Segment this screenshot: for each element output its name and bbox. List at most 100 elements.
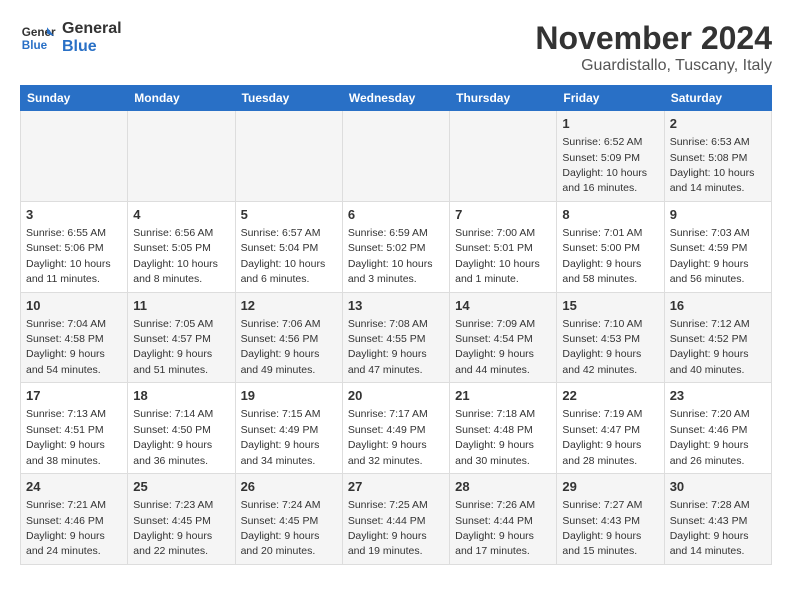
calendar-day-cell: 7 Sunrise: 7:00 AM Sunset: 5:01 PM Daylig… — [450, 201, 557, 292]
calendar-day-cell: 4 Sunrise: 6:56 AM Sunset: 5:05 PM Daylig… — [128, 201, 235, 292]
calendar-day-cell: 6 Sunrise: 6:59 AM Sunset: 5:02 PM Daylig… — [342, 201, 449, 292]
calendar-day-cell: 13Sunrise: 7:08 AM Sunset: 4:55 PM Dayli… — [342, 292, 449, 383]
calendar-day-cell: 17 Sunrise: 7:13 AM Sunset: 4:51 PM Dayli… — [21, 383, 128, 474]
logo-icon: General Blue — [20, 20, 56, 56]
calendar-day-cell: 16Sunrise: 7:12 AM Sunset: 4:52 PM Dayli… — [664, 292, 771, 383]
weekday-header-cell: Thursday — [450, 86, 557, 111]
calendar-day-cell: 27Sunrise: 7:25 AM Sunset: 4:44 PM Dayli… — [342, 474, 449, 565]
day-number: 24 — [26, 478, 122, 496]
day-number: 18 — [133, 387, 229, 405]
calendar-day-cell: 14 Sunrise: 7:09 AM Sunset: 4:54 PM Dayli… — [450, 292, 557, 383]
day-number: 25 — [133, 478, 229, 496]
day-info: Sunrise: 6:56 AM Sunset: 5:05 PM Dayligh… — [133, 227, 218, 285]
day-number: 16 — [670, 297, 766, 315]
logo: General Blue General Blue — [20, 20, 122, 56]
day-info: Sunrise: 7:25 AM Sunset: 4:44 PM Dayligh… — [348, 499, 428, 557]
calendar-day-cell — [235, 111, 342, 202]
day-number: 28 — [455, 478, 551, 496]
day-number: 4 — [133, 206, 229, 224]
day-info: Sunrise: 7:18 AM Sunset: 4:48 PM Dayligh… — [455, 408, 535, 466]
day-number: 9 — [670, 206, 766, 224]
day-info: Sunrise: 6:55 AM Sunset: 5:06 PM Dayligh… — [26, 227, 111, 285]
day-number: 5 — [241, 206, 337, 224]
calendar-day-cell — [450, 111, 557, 202]
day-number: 21 — [455, 387, 551, 405]
day-number: 10 — [26, 297, 122, 315]
calendar-day-cell — [21, 111, 128, 202]
svg-text:Blue: Blue — [22, 39, 48, 52]
day-info: Sunrise: 7:13 AM Sunset: 4:51 PM Dayligh… — [26, 408, 106, 466]
day-number: 14 — [455, 297, 551, 315]
day-info: Sunrise: 7:00 AM Sunset: 5:01 PM Dayligh… — [455, 227, 540, 285]
calendar-day-cell: 20 Sunrise: 7:17 AM Sunset: 4:49 PM Dayli… — [342, 383, 449, 474]
calendar-table: SundayMondayTuesdayWednesdayThursdayFrid… — [20, 85, 772, 565]
day-number: 1 — [562, 115, 658, 133]
calendar-day-cell: 30Sunrise: 7:28 AM Sunset: 4:43 PM Dayli… — [664, 474, 771, 565]
day-info: Sunrise: 7:19 AM Sunset: 4:47 PM Dayligh… — [562, 408, 642, 466]
logo-text-blue: Blue — [62, 38, 122, 56]
day-info: Sunrise: 7:03 AM Sunset: 4:59 PM Dayligh… — [670, 227, 750, 285]
calendar-day-cell: 21 Sunrise: 7:18 AM Sunset: 4:48 PM Dayli… — [450, 383, 557, 474]
calendar-day-cell: 15Sunrise: 7:10 AM Sunset: 4:53 PM Dayli… — [557, 292, 664, 383]
day-info: Sunrise: 6:57 AM Sunset: 5:04 PM Dayligh… — [241, 227, 326, 285]
calendar-day-cell: 5 Sunrise: 6:57 AM Sunset: 5:04 PM Daylig… — [235, 201, 342, 292]
day-number: 13 — [348, 297, 444, 315]
day-number: 17 — [26, 387, 122, 405]
day-number: 8 — [562, 206, 658, 224]
logo-text-general: General — [62, 20, 122, 38]
weekday-header-cell: Sunday — [21, 86, 128, 111]
day-info: Sunrise: 7:14 AM Sunset: 4:50 PM Dayligh… — [133, 408, 213, 466]
day-number: 2 — [670, 115, 766, 133]
calendar-week-row: 10 Sunrise: 7:04 AM Sunset: 4:58 PM Dayli… — [21, 292, 772, 383]
weekday-header-cell: Saturday — [664, 86, 771, 111]
day-info: Sunrise: 7:04 AM Sunset: 4:58 PM Dayligh… — [26, 318, 106, 376]
calendar-day-cell: 28 Sunrise: 7:26 AM Sunset: 4:44 PM Dayli… — [450, 474, 557, 565]
day-info: Sunrise: 6:52 AM Sunset: 5:09 PM Dayligh… — [562, 136, 647, 194]
title-area: November 2024 Guardistallo, Tuscany, Ita… — [535, 20, 772, 75]
calendar-day-cell: 23Sunrise: 7:20 AM Sunset: 4:46 PM Dayli… — [664, 383, 771, 474]
page-header: General Blue General Blue November 2024 … — [20, 20, 772, 75]
location-subtitle: Guardistallo, Tuscany, Italy — [535, 57, 772, 75]
calendar-day-cell: 24 Sunrise: 7:21 AM Sunset: 4:46 PM Dayli… — [21, 474, 128, 565]
calendar-day-cell: 26Sunrise: 7:24 AM Sunset: 4:45 PM Dayli… — [235, 474, 342, 565]
calendar-day-cell: 1 Sunrise: 6:52 AM Sunset: 5:09 PM Daylig… — [557, 111, 664, 202]
day-number: 20 — [348, 387, 444, 405]
calendar-day-cell: 8 Sunrise: 7:01 AM Sunset: 5:00 PM Daylig… — [557, 201, 664, 292]
day-info: Sunrise: 7:06 AM Sunset: 4:56 PM Dayligh… — [241, 318, 321, 376]
day-number: 30 — [670, 478, 766, 496]
calendar-day-cell: 12Sunrise: 7:06 AM Sunset: 4:56 PM Dayli… — [235, 292, 342, 383]
calendar-day-cell: 19Sunrise: 7:15 AM Sunset: 4:49 PM Dayli… — [235, 383, 342, 474]
weekday-header-cell: Wednesday — [342, 86, 449, 111]
day-info: Sunrise: 7:26 AM Sunset: 4:44 PM Dayligh… — [455, 499, 535, 557]
weekday-header-cell: Tuesday — [235, 86, 342, 111]
calendar-day-cell — [128, 111, 235, 202]
day-info: Sunrise: 7:21 AM Sunset: 4:46 PM Dayligh… — [26, 499, 106, 557]
day-number: 3 — [26, 206, 122, 224]
day-info: Sunrise: 7:24 AM Sunset: 4:45 PM Dayligh… — [241, 499, 321, 557]
day-number: 22 — [562, 387, 658, 405]
calendar-week-row: 1 Sunrise: 6:52 AM Sunset: 5:09 PM Daylig… — [21, 111, 772, 202]
day-info: Sunrise: 6:59 AM Sunset: 5:02 PM Dayligh… — [348, 227, 433, 285]
calendar-day-cell: 25 Sunrise: 7:23 AM Sunset: 4:45 PM Dayli… — [128, 474, 235, 565]
day-number: 15 — [562, 297, 658, 315]
calendar-day-cell: 29 Sunrise: 7:27 AM Sunset: 4:43 PM Dayli… — [557, 474, 664, 565]
weekday-header-cell: Monday — [128, 86, 235, 111]
day-info: Sunrise: 7:27 AM Sunset: 4:43 PM Dayligh… — [562, 499, 642, 557]
calendar-week-row: 24 Sunrise: 7:21 AM Sunset: 4:46 PM Dayli… — [21, 474, 772, 565]
day-info: Sunrise: 7:23 AM Sunset: 4:45 PM Dayligh… — [133, 499, 213, 557]
day-info: Sunrise: 7:15 AM Sunset: 4:49 PM Dayligh… — [241, 408, 321, 466]
day-info: Sunrise: 7:17 AM Sunset: 4:49 PM Dayligh… — [348, 408, 428, 466]
calendar-day-cell: 22 Sunrise: 7:19 AM Sunset: 4:47 PM Dayli… — [557, 383, 664, 474]
weekday-header-cell: Friday — [557, 86, 664, 111]
day-info: Sunrise: 7:05 AM Sunset: 4:57 PM Dayligh… — [133, 318, 213, 376]
day-info: Sunrise: 7:01 AM Sunset: 5:00 PM Dayligh… — [562, 227, 642, 285]
day-number: 6 — [348, 206, 444, 224]
day-number: 11 — [133, 297, 229, 315]
weekday-header-row: SundayMondayTuesdayWednesdayThursdayFrid… — [21, 86, 772, 111]
day-number: 29 — [562, 478, 658, 496]
calendar-body: 1 Sunrise: 6:52 AM Sunset: 5:09 PM Daylig… — [21, 111, 772, 565]
day-info: Sunrise: 7:09 AM Sunset: 4:54 PM Dayligh… — [455, 318, 535, 376]
day-number: 7 — [455, 206, 551, 224]
month-title: November 2024 — [535, 20, 772, 57]
calendar-day-cell: 2Sunrise: 6:53 AM Sunset: 5:08 PM Daylig… — [664, 111, 771, 202]
